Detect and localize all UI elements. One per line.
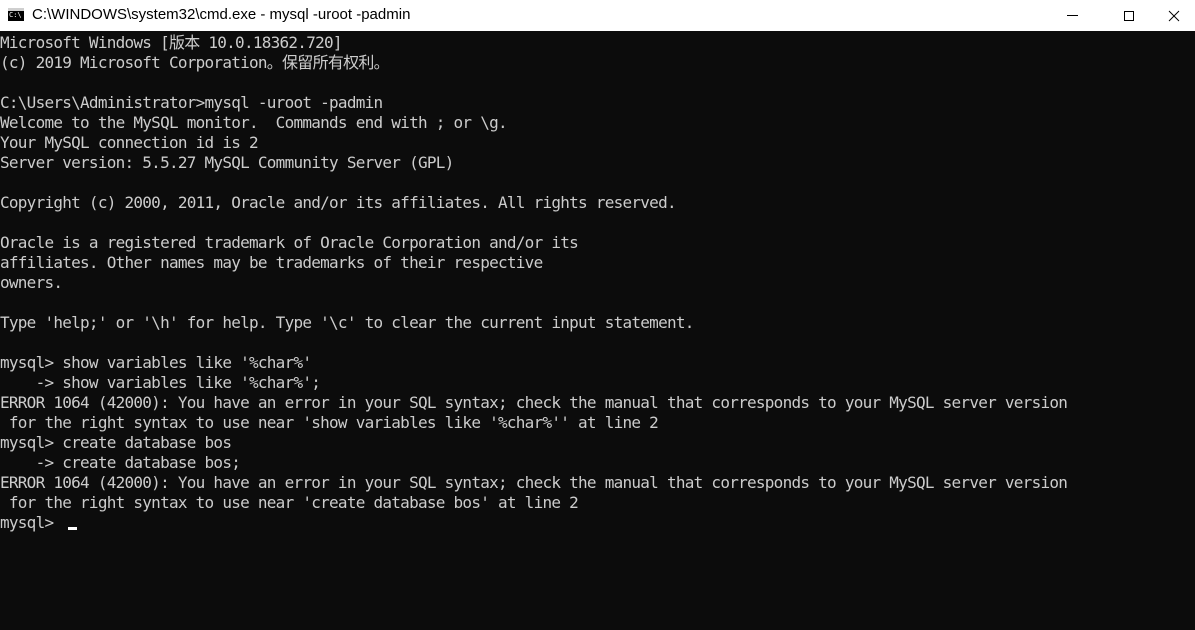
minimize-button[interactable] [1049, 0, 1095, 31]
console-line: Server version: 5.5.27 MySQL Community S… [0, 153, 454, 172]
console-prompt[interactable]: mysql> [0, 513, 62, 533]
cmd-icon[interactable] [8, 8, 24, 21]
console-line: for the right syntax to use near 'create… [0, 493, 579, 512]
console-line: Your MySQL connection id is 2 [0, 133, 259, 152]
console-line: Oracle is a registered trademark of Orac… [0, 233, 579, 252]
console-line: Copyright (c) 2000, 2011, Oracle and/or … [0, 193, 677, 212]
console-line: mysql> create database bos [0, 433, 232, 452]
console-line: mysql> show variables like '%char%' [0, 353, 312, 372]
console-line: -> create database bos; [0, 453, 241, 472]
console-line: Microsoft Windows [版本 10.0.18362.720] [0, 33, 343, 52]
maximize-icon [1124, 10, 1134, 21]
close-button[interactable] [1151, 0, 1195, 31]
maximize-button[interactable] [1106, 0, 1152, 31]
console-line: for the right syntax to use near 'show v… [0, 413, 659, 432]
console-output[interactable]: Microsoft Windows [版本 10.0.18362.720] (c… [0, 33, 1195, 630]
cmd-window: C:\WINDOWS\system32\cmd.exe - mysql -uro… [0, 0, 1195, 630]
console-line: (c) 2019 Microsoft Corporation。保留所有权利。 [0, 53, 390, 72]
title-bar[interactable]: C:\WINDOWS\system32\cmd.exe - mysql -uro… [0, 0, 1195, 31]
console-line: Welcome to the MySQL monitor. Commands e… [0, 113, 508, 132]
console-line: owners. [0, 273, 63, 292]
minimize-icon [1066, 15, 1078, 16]
window-title: C:\WINDOWS\system32\cmd.exe - mysql -uro… [32, 6, 411, 23]
console-line: affiliates. Other names may be trademark… [0, 253, 543, 272]
console-line: ERROR 1064 (42000): You have an error in… [0, 393, 1068, 412]
text-cursor [68, 527, 77, 530]
console-line: Type 'help;' or '\h' for help. Type '\c'… [0, 313, 694, 332]
console-line: ERROR 1064 (42000): You have an error in… [0, 473, 1068, 492]
console-line: C:\Users\Administrator>mysql -uroot -pad… [0, 93, 383, 112]
close-icon [1168, 10, 1180, 21]
console-line: -> show variables like '%char%'; [0, 373, 321, 392]
